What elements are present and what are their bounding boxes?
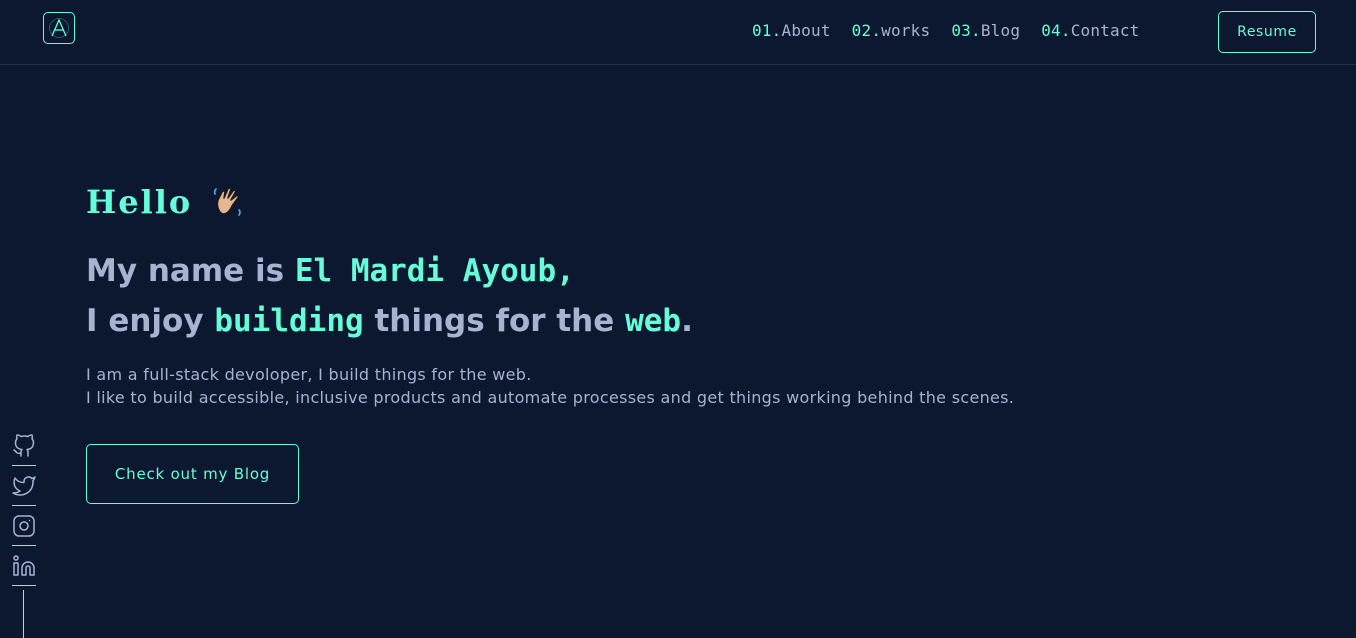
hero-bio: I am a full-stack devoloper, I build thi… (86, 363, 1014, 409)
bio-line: I am a full-stack devoloper, I build thi… (86, 365, 532, 384)
linkedin-icon[interactable] (12, 546, 36, 586)
nav-number: 04. (1041, 21, 1071, 40)
headline-text: . (681, 303, 693, 339)
twitter-icon[interactable] (12, 466, 36, 506)
author-name: El Mardi Ayoub, (294, 253, 575, 289)
headline-text: things for the (363, 303, 626, 339)
nav-label: Contact (1070, 21, 1140, 40)
nav-number: 03. (951, 21, 981, 40)
hero-headline: My name is El Mardi Ayoub, I enjoy build… (86, 246, 693, 346)
waving-hand-icon (208, 182, 248, 222)
greeting-text: Hello (86, 183, 193, 221)
social-sidebar (12, 426, 36, 586)
headline-text: I enjoy (86, 303, 215, 339)
nav-blog[interactable]: 03.Blog (951, 21, 1020, 40)
nav-label: About (781, 21, 831, 40)
bio-line: I like to build accessible, inclusive pr… (86, 388, 1015, 407)
nav-contact[interactable]: 04.Contact (1041, 21, 1139, 40)
headline-line-1: My name is El Mardi Ayoub, (86, 246, 693, 296)
main-nav: 01.About 02.works 03.Blog 04.Contact (752, 21, 1161, 40)
check-blog-button[interactable]: Check out my Blog (86, 444, 299, 504)
headline-accent: building (214, 303, 364, 339)
greeting-heading: Hello (86, 182, 248, 222)
instagram-icon[interactable] (12, 506, 36, 546)
resume-button[interactable]: Resume (1218, 11, 1316, 53)
logo-icon[interactable] (43, 12, 75, 44)
nav-label: works (881, 21, 931, 40)
github-icon[interactable] (12, 426, 36, 466)
top-navbar: 01.About 02.works 03.Blog 04.Contact Res… (0, 0, 1356, 65)
social-divider-line (23, 590, 24, 638)
nav-works[interactable]: 02.works (852, 21, 931, 40)
headline-line-2: I enjoy building things for the web. (86, 296, 693, 346)
nav-label: Blog (980, 21, 1021, 40)
headline-text: My name is (86, 253, 295, 289)
nav-about[interactable]: 01.About (752, 21, 831, 40)
headline-accent: web (625, 303, 682, 339)
nav-number: 01. (752, 21, 782, 40)
portfolio-page: 01.About 02.works 03.Blog 04.Contact Res… (0, 0, 1356, 638)
nav-number: 02. (851, 21, 882, 40)
